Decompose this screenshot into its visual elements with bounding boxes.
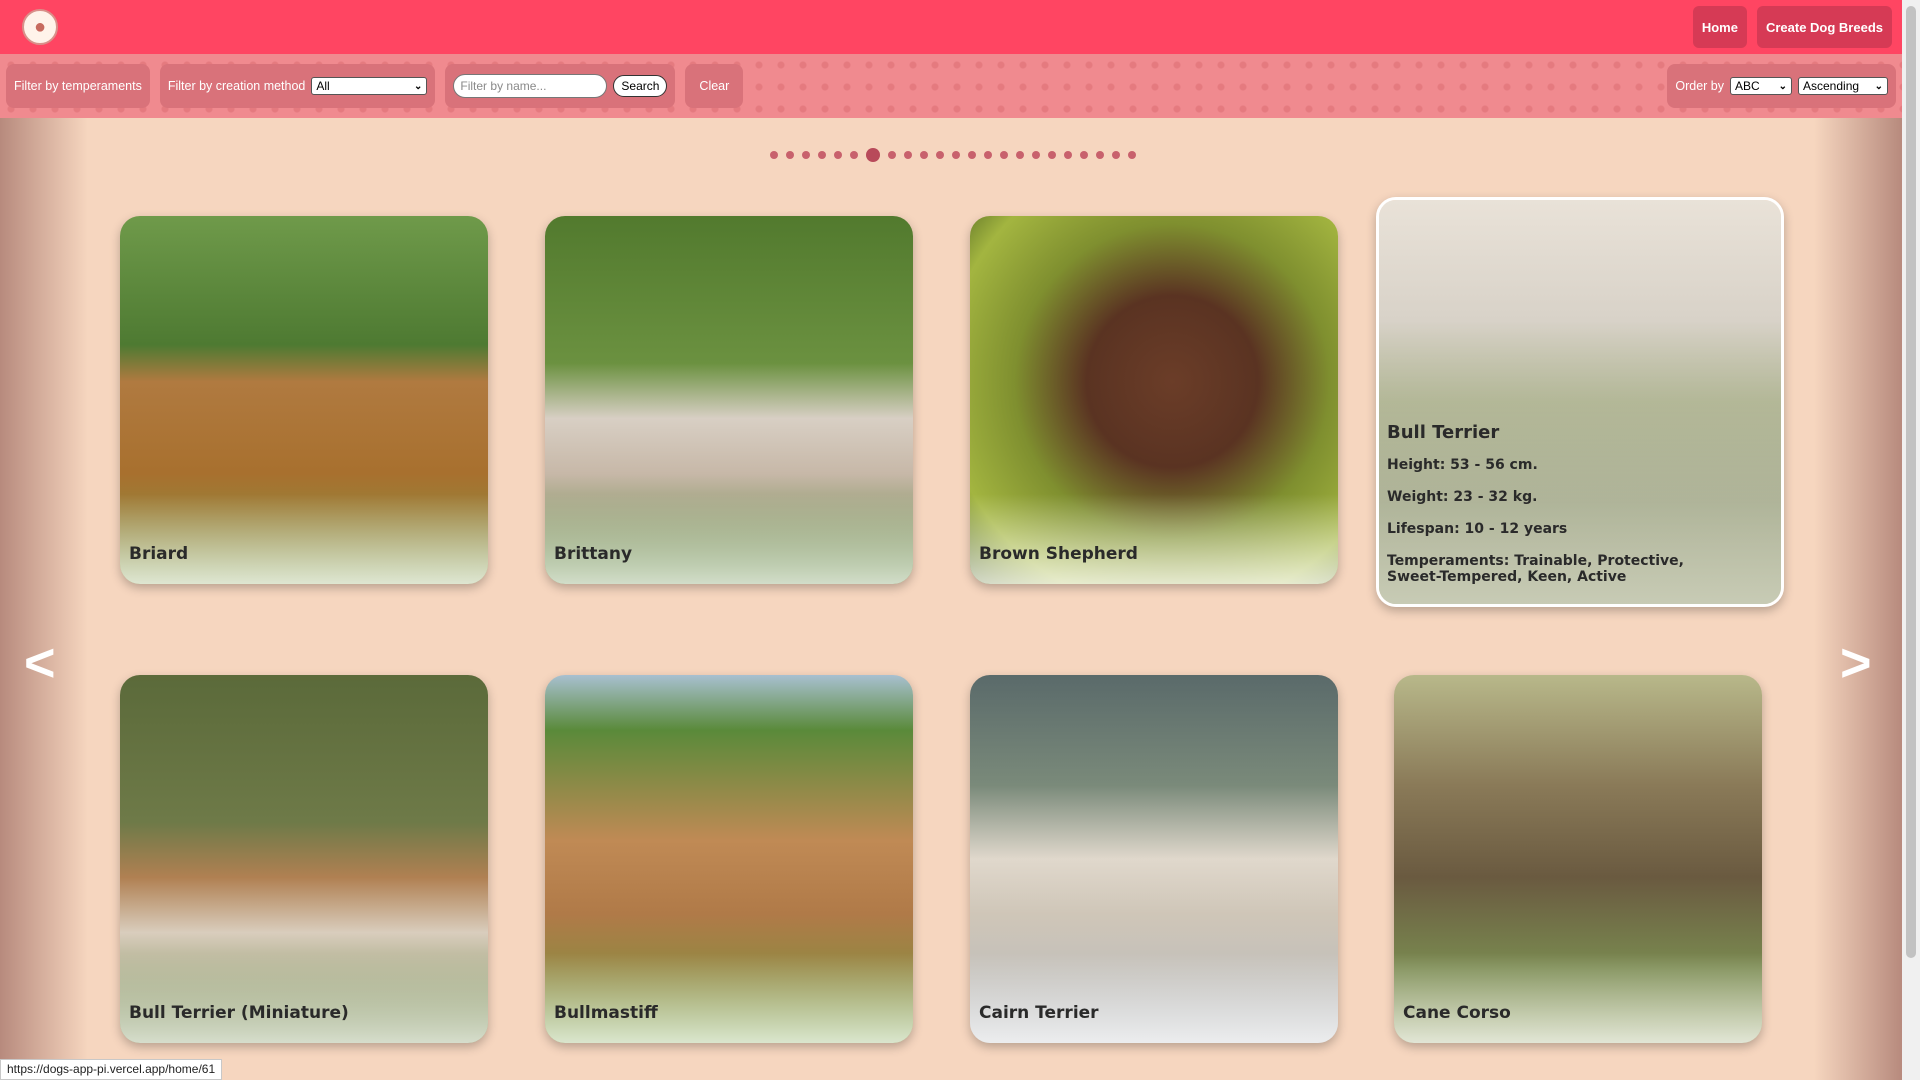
pagination-dot[interactable] — [834, 151, 842, 159]
pagination-dot[interactable] — [1064, 151, 1072, 159]
card-gradient — [970, 953, 1338, 1043]
chevron-down-icon: ⌄ — [414, 80, 423, 92]
clear-label: Clear — [699, 79, 730, 93]
dog-name: Cairn Terrier — [979, 1003, 1099, 1023]
pagination-dot[interactable] — [1096, 151, 1104, 159]
dog-name: Brittany — [554, 544, 633, 564]
order-direction-select[interactable]: Ascending ⌄ — [1798, 77, 1888, 95]
dog-card-cairn-terrier[interactable]: Cairn Terrier — [970, 675, 1338, 1043]
dog-card-bull-terrier[interactable]: Bull Terrier Height: 53 - 56 cm. Weight:… — [1376, 197, 1784, 607]
order-group: Order by ABC ⌄ Ascending ⌄ — [1667, 64, 1896, 108]
right-fade — [1814, 118, 1902, 1080]
order-direction-value: Ascending — [1803, 79, 1860, 93]
creation-method-label: Filter by creation method — [167, 79, 306, 93]
create-dog-breeds-button[interactable]: Create Dog Breeds — [1756, 6, 1892, 48]
pagination-dot[interactable] — [1016, 151, 1024, 159]
card-gradient — [545, 953, 913, 1043]
name-search-group: Filter by name... Search — [445, 64, 676, 108]
pagination-dot[interactable] — [936, 151, 944, 159]
filter-bar: Filter by temperaments Filter by creatio… — [0, 54, 1902, 118]
chevron-down-icon: ⌄ — [1778, 80, 1787, 92]
chevron-down-icon: ⌄ — [1874, 80, 1883, 92]
dog-weight: Weight: 23 - 32 kg. — [1387, 489, 1538, 505]
creation-method-filter: Filter by creation method All ⌄ — [159, 64, 436, 108]
dog-details: Bull Terrier Height: 53 - 56 cm. Weight:… — [1387, 422, 1731, 585]
pagination-dot[interactable] — [1048, 151, 1056, 159]
pagination-dot[interactable] — [904, 151, 912, 159]
card-gradient — [970, 494, 1338, 584]
left-fade — [0, 118, 88, 1080]
dog-height: Height: 53 - 56 cm. — [1387, 457, 1538, 473]
pagination-dot[interactable] — [850, 151, 858, 159]
card-gradient — [120, 953, 488, 1043]
dog-name: Bull Terrier — [1387, 422, 1500, 443]
order-by-label: Order by — [1675, 79, 1724, 93]
pagination-dot-active[interactable] — [866, 148, 880, 162]
pagination-dot[interactable] — [888, 151, 896, 159]
order-by-value: ABC — [1735, 79, 1760, 93]
dog-card-brown-shepherd[interactable]: Brown Shepherd — [970, 216, 1338, 584]
status-bar-url: https://dogs-app-pi.vercel.app/home/61 — [0, 1059, 223, 1080]
name-search-input[interactable]: Filter by name... — [453, 74, 608, 98]
card-gradient — [120, 494, 488, 584]
home-button[interactable]: Home — [1692, 6, 1747, 48]
search-button[interactable]: Search — [613, 75, 668, 97]
dog-name: Bull Terrier (Miniature) — [129, 1003, 349, 1023]
clear-button[interactable]: Clear — [685, 64, 744, 108]
dog-logo-icon[interactable]: ● — [22, 9, 58, 45]
dog-card-brittany[interactable]: Brittany — [545, 216, 913, 584]
dog-name: Briard — [129, 544, 189, 564]
dog-card-bullmastiff[interactable]: Bullmastiff — [545, 675, 913, 1043]
previous-page-arrow[interactable]: < — [24, 636, 56, 690]
top-navbar: ● Home Create Dog Breeds — [0, 0, 1902, 54]
pagination-dot[interactable] — [952, 151, 960, 159]
pagination-dot[interactable] — [1112, 151, 1120, 159]
creation-method-select[interactable]: All ⌄ — [311, 77, 428, 95]
pagination-dot[interactable] — [802, 151, 810, 159]
pagination-dot[interactable] — [984, 151, 992, 159]
card-gradient — [545, 494, 913, 584]
creation-method-value: All — [316, 79, 330, 93]
dog-lifespan: Lifespan: 10 - 12 years — [1387, 521, 1568, 537]
pagination-dot[interactable] — [968, 151, 976, 159]
dog-card-bull-terrier-miniature[interactable]: Bull Terrier (Miniature) — [120, 675, 488, 1043]
pagination-dot[interactable] — [920, 151, 928, 159]
temperaments-filter-button[interactable]: Filter by temperaments — [6, 64, 150, 108]
card-gradient — [1394, 953, 1762, 1043]
pagination-dot[interactable] — [786, 151, 794, 159]
scrollbar-thumb[interactable] — [1906, 6, 1916, 958]
order-by-select[interactable]: ABC ⌄ — [1730, 77, 1792, 95]
pagination-dot[interactable] — [770, 151, 778, 159]
dog-name: Brown Shepherd — [979, 544, 1138, 564]
dog-card-cane-corso[interactable]: Cane Corso — [1394, 675, 1762, 1043]
pagination-dot[interactable] — [1000, 151, 1008, 159]
temperaments-filter-label: Filter by temperaments — [14, 79, 142, 93]
pagination-dots — [770, 148, 1136, 162]
dog-card-briard[interactable]: Briard — [120, 216, 488, 584]
nav-buttons: Home Create Dog Breeds — [1692, 6, 1892, 48]
next-page-arrow[interactable]: > — [1840, 636, 1872, 690]
pagination-dot[interactable] — [1128, 151, 1136, 159]
dog-temperaments: Temperaments: Trainable, Protective, Swe… — [1387, 553, 1684, 585]
pagination-dot[interactable] — [818, 151, 826, 159]
name-search-placeholder: Filter by name... — [460, 79, 547, 93]
pagination-dot[interactable] — [1080, 151, 1088, 159]
dog-name: Bullmastiff — [554, 1003, 658, 1023]
dog-name: Cane Corso — [1403, 1003, 1511, 1023]
pagination-dot[interactable] — [1032, 151, 1040, 159]
